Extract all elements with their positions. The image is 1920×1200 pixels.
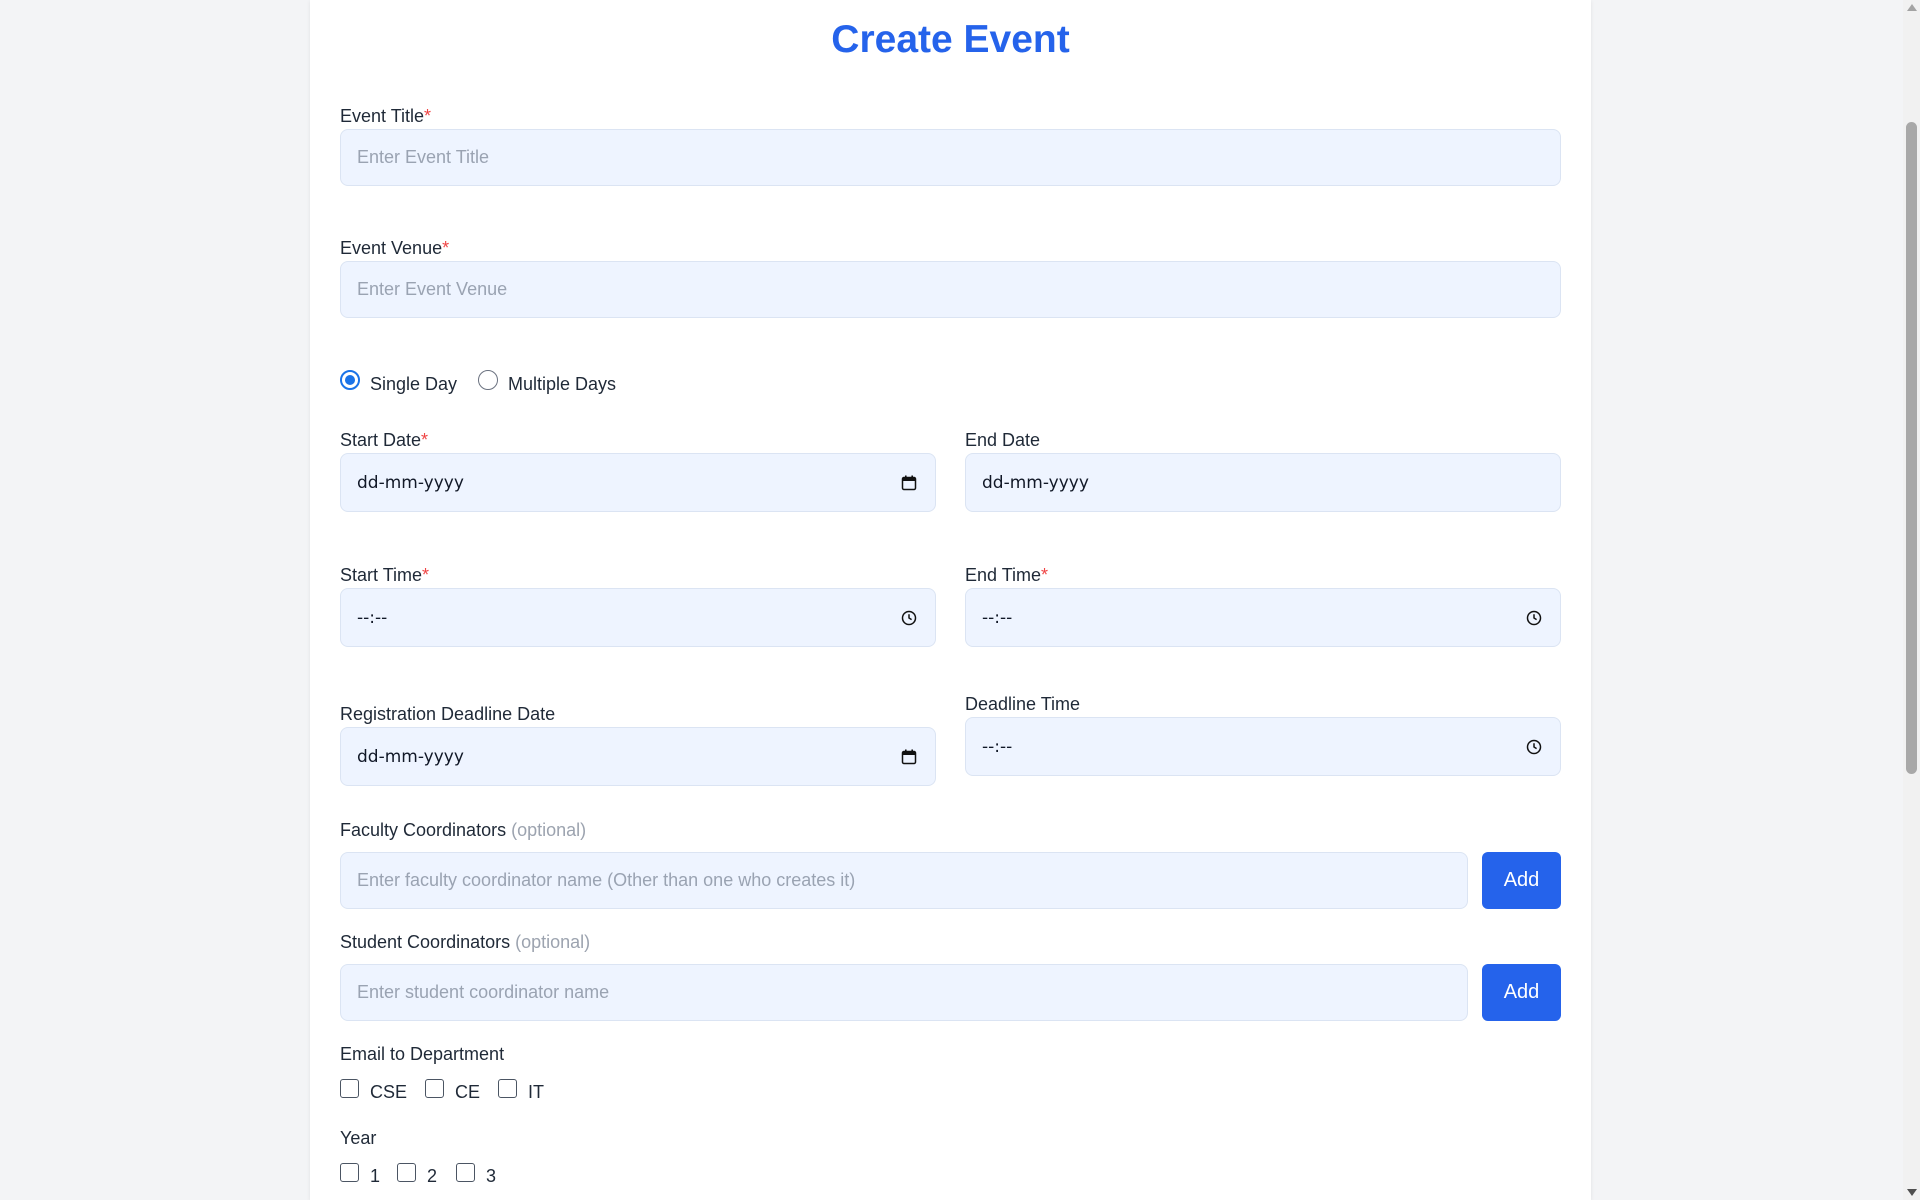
start-date-label-text: Start Date [340,430,422,450]
event-title-label-text: Event Title [340,106,425,126]
faculty-coordinators-label-text: Faculty Coordinators [340,820,507,840]
year-2-checkbox[interactable] [397,1163,416,1182]
required-mark: * [421,430,429,450]
deadline-date-value: dd-mm-yyyy [357,746,464,767]
required-mark: * [1041,565,1049,585]
event-venue-label-text: Event Venue [340,238,443,258]
add-student-button[interactable]: Add [1482,964,1561,1021]
dept-ce-checkbox[interactable] [425,1079,444,1098]
create-event-card: Create Event Event Title* Enter Event Ti… [310,0,1591,1200]
event-venue-placeholder: Enter Event Venue [357,279,508,299]
clock-icon[interactable] [1526,610,1542,626]
end-time-label: End Time* [965,565,1048,586]
clock-icon[interactable] [1526,739,1542,755]
optional-hint: (optional) [511,820,587,840]
end-date-input[interactable]: dd-mm-yyyy [965,453,1561,512]
start-date-value: dd-mm-yyyy [357,472,464,493]
event-venue-input[interactable]: Enter Event Venue [340,261,1561,318]
clock-icon[interactable] [901,610,917,626]
faculty-coordinators-label: Faculty Coordinators (optional) [340,820,586,841]
scroll-down-icon[interactable] [1907,1189,1917,1196]
required-mark: * [424,106,432,126]
event-venue-label: Event Venue* [340,238,449,259]
dept-cse-checkbox[interactable] [340,1079,359,1098]
add-faculty-button[interactable]: Add [1482,852,1561,909]
deadline-time-label-text: Deadline Time [965,694,1081,714]
year-2-label: 2 [427,1166,438,1186]
dept-cse-label: CSE [370,1082,408,1102]
faculty-coordinator-placeholder: Enter faculty coordinator name (Other th… [357,870,856,890]
year-1-label: 1 [370,1166,381,1186]
end-time-value: --:-- [982,607,1013,628]
year-3-checkbox[interactable] [456,1163,475,1182]
end-time-input[interactable]: --:-- [965,588,1561,647]
student-coordinator-placeholder: Enter student coordinator name [357,982,610,1002]
student-coordinators-label-text: Student Coordinators [340,932,511,952]
start-time-label-text: Start Time [340,565,423,585]
start-date-input[interactable]: dd-mm-yyyy [340,453,936,512]
multiple-days-radio[interactable] [478,370,498,390]
start-time-label: Start Time* [340,565,429,586]
deadline-date-input[interactable]: dd-mm-yyyy [340,727,936,786]
start-time-value: --:-- [357,607,388,628]
calendar-icon[interactable] [901,475,917,491]
dept-it-checkbox[interactable] [498,1079,517,1098]
dept-ce-label: CE [455,1082,481,1102]
year-1-checkbox[interactable] [340,1163,359,1182]
deadline-date-label-text: Registration Deadline Date [340,704,556,724]
end-date-value: dd-mm-yyyy [982,472,1089,493]
deadline-time-value: --:-- [982,736,1013,757]
email-department-label: Email to Department [340,1044,505,1064]
start-date-label: Start Date* [340,430,428,451]
page-title: Create Event [831,18,1070,61]
end-date-label: End Date [965,430,1040,451]
student-coordinators-label: Student Coordinators (optional) [340,932,590,953]
single-day-label: Single Day [370,374,458,394]
year-label: Year [340,1128,377,1148]
scrollbar-thumb[interactable] [1906,122,1917,774]
faculty-coordinator-input[interactable]: Enter faculty coordinator name (Other th… [340,852,1468,909]
student-coordinator-input[interactable]: Enter student coordinator name [340,964,1468,1021]
optional-hint: (optional) [515,932,591,952]
calendar-icon[interactable] [901,749,917,765]
event-title-placeholder: Enter Event Title [357,147,490,167]
multiple-days-label: Multiple Days [508,374,617,394]
deadline-time-label: Deadline Time [965,694,1080,715]
end-date-label-text: End Date [965,430,1041,450]
deadline-date-label: Registration Deadline Date [340,704,555,725]
event-title-label: Event Title* [340,106,431,127]
year-3-label: 3 [486,1166,497,1186]
deadline-time-input[interactable]: --:-- [965,717,1561,776]
required-mark: * [442,238,450,258]
required-mark: * [422,565,430,585]
end-time-label-text: End Time [965,565,1042,585]
event-title-input[interactable]: Enter Event Title [340,129,1561,186]
single-day-radio[interactable] [340,370,360,390]
dept-it-label: IT [528,1082,544,1102]
start-time-input[interactable]: --:-- [340,588,936,647]
vertical-scrollbar[interactable] [1903,0,1920,1200]
scroll-up-icon[interactable] [1907,4,1917,11]
